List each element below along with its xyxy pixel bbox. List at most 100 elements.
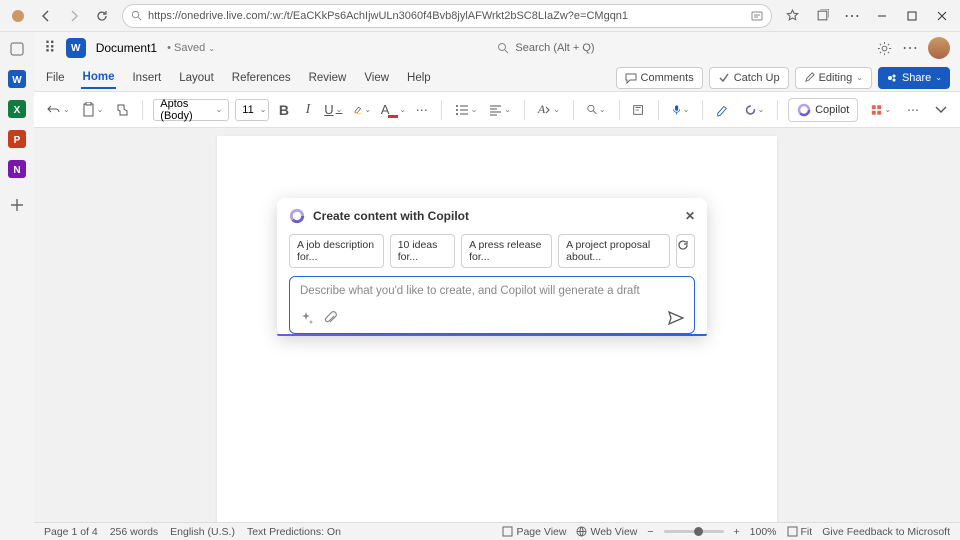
svg-text:N: N [13,165,20,176]
more-ribbon-button[interactable]: ⋯ [904,98,922,122]
editing-button[interactable]: Editing⌄ [795,67,872,89]
profile-icon[interactable] [4,2,32,30]
attach-icon[interactable] [324,311,337,325]
find-button[interactable]: ⌄ [584,98,609,122]
maximize-button[interactable] [898,2,926,30]
refresh-suggestions-icon[interactable] [676,234,695,268]
url-text: https://onedrive.live.com/:w:/t/EaCKkPs6… [148,10,745,22]
catchup-button[interactable]: Catch Up [709,67,789,89]
tab-review[interactable]: Review [307,68,349,88]
word-count[interactable]: 256 words [110,526,158,538]
excel-icon[interactable]: X [6,98,28,120]
tab-references[interactable]: References [230,68,293,88]
highlight-button[interactable]: ⌄ [350,98,374,122]
copilot-icon [289,208,305,224]
collapse-ribbon-button[interactable] [932,98,950,122]
feedback-link[interactable]: Give Feedback to Microsoft [822,526,950,538]
search-input[interactable]: Search (Alt + Q) [497,36,594,60]
grid-button[interactable]: ⌄ [868,98,894,122]
zoom-slider[interactable] [664,530,724,533]
copilot-button[interactable]: Copilot [788,98,858,122]
styles-button[interactable]: A⌄ [535,98,563,122]
status-bar: Page 1 of 4 256 words English (U.S.) Tex… [34,522,960,540]
comments-button[interactable]: Comments [616,67,703,89]
url-bar[interactable]: https://onedrive.live.com/:w:/t/EaCKkPs6… [122,4,772,28]
close-button[interactable] [928,2,956,30]
designer-button[interactable] [629,98,647,122]
tab-file[interactable]: File [44,68,67,88]
copilot-input[interactable]: Describe what you'd like to create, and … [289,276,695,334]
copilot-panel: Create content with Copilot ✕ A job desc… [277,198,707,336]
zoom-out-button[interactable]: − [647,526,653,538]
tab-view[interactable]: View [362,68,391,88]
font-size-select[interactable]: 11⌄ [235,99,269,121]
forward-button[interactable] [60,2,88,30]
font-name-select[interactable]: Aptos (Body)⌄ [153,99,229,121]
bullets-button[interactable]: ⌄ [452,98,481,122]
avatar[interactable] [928,37,950,59]
back-button[interactable] [32,2,60,30]
editor-button[interactable] [713,98,731,122]
sparkle-icon[interactable] [300,311,314,325]
page-indicator[interactable]: Page 1 of 4 [44,526,98,538]
document-page[interactable]: Create content with Copilot ✕ A job desc… [217,136,777,522]
share-button[interactable]: Share⌄ [878,67,950,89]
word-icon[interactable]: W [6,68,28,90]
suggestion-chip[interactable]: 10 ideas for... [390,234,455,268]
app-rail: W X P N [0,32,34,540]
italic-button[interactable]: I [299,98,317,122]
loop-button[interactable]: ⌄ [742,98,768,122]
page-view-button[interactable]: Page View [502,526,566,538]
paste-button[interactable]: ⌄ [79,98,107,122]
language-indicator[interactable]: English (U.S.) [170,526,235,538]
favorite-button[interactable] [778,2,806,30]
settings-icon[interactable] [877,41,892,56]
ribbon: ⌄ ⌄ Aptos (Body)⌄ 11⌄ B I U⌄ ⌄ A⌄ ⋯ ⌄ ⌄ … [34,92,960,128]
browser-chrome: https://onedrive.live.com/:w:/t/EaCKkPs6… [0,0,960,32]
copilot-placeholder: Describe what you'd like to create, and … [300,285,684,301]
svg-text:X: X [14,105,21,116]
add-app-icon[interactable] [6,194,28,216]
document-name[interactable]: Document1 [96,41,157,55]
align-button[interactable]: ⌄ [486,98,514,122]
app-launcher-icon[interactable]: ⠿ [44,38,56,58]
bold-button[interactable]: B [275,98,293,122]
tab-layout[interactable]: Layout [177,68,216,88]
tab-insert[interactable]: Insert [130,68,163,88]
zoom-in-button[interactable]: + [734,526,740,538]
suggestion-chip[interactable]: A job description for... [289,234,384,268]
format-painter-button[interactable] [112,98,132,122]
word-doc-icon: W [66,38,86,58]
save-status: • Saved ⌄ [167,42,215,54]
svg-text:W: W [12,75,22,86]
undo-button[interactable]: ⌄ [44,98,73,122]
ribbon-tabs: File Home Insert Layout References Revie… [34,64,960,92]
more-font-button[interactable]: ⋯ [413,98,431,122]
suggestion-chip[interactable]: A press release for... [461,234,552,268]
powerpoint-icon[interactable]: P [6,128,28,150]
minimize-button[interactable] [868,2,896,30]
search-icon [131,10,142,21]
copilot-icon [797,103,811,117]
underline-button[interactable]: U⌄ [323,98,344,122]
predictions-indicator[interactable]: Text Predictions: On [247,526,341,538]
reading-icon[interactable] [751,10,763,22]
fit-button[interactable]: Fit [787,526,813,538]
dictate-button[interactable]: ⌄ [669,98,693,122]
refresh-button[interactable] [88,2,116,30]
onenote-icon[interactable]: N [6,158,28,180]
close-icon[interactable]: ✕ [685,209,695,223]
font-color-button[interactable]: A⌄ [380,98,407,122]
home-icon[interactable] [6,38,28,60]
suggestion-chip[interactable]: A project proposal about... [558,234,670,268]
more-button[interactable]: ⋯ [838,2,866,30]
tab-help[interactable]: Help [405,68,433,88]
document-canvas[interactable]: Create content with Copilot ✕ A job desc… [34,128,960,522]
send-icon[interactable] [668,311,684,325]
web-view-button[interactable]: Web View [576,526,637,538]
collections-button[interactable] [808,2,836,30]
tab-home[interactable]: Home [81,67,117,89]
svg-text:P: P [14,135,21,146]
zoom-level[interactable]: 100% [750,526,777,538]
more-icon[interactable]: ⋯ [902,38,918,58]
